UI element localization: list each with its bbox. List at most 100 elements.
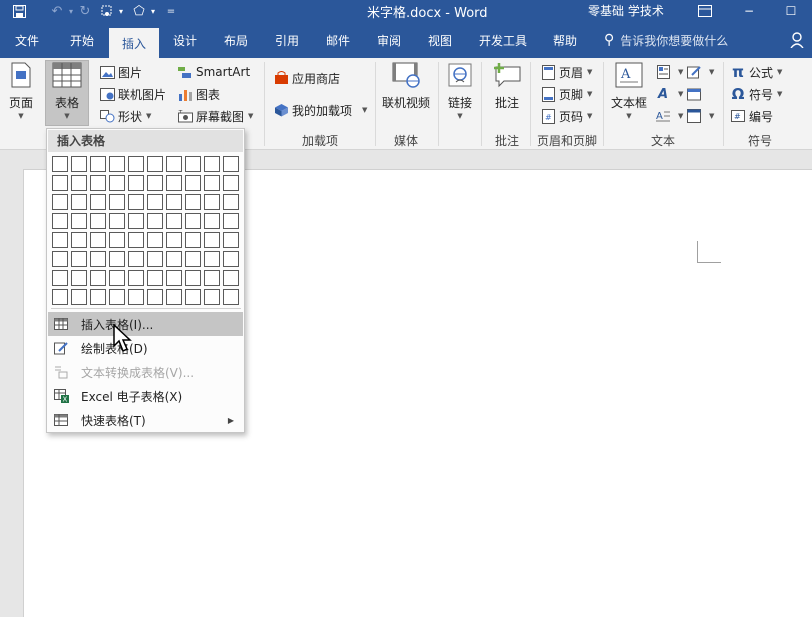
table-grid-cell[interactable] — [52, 194, 68, 210]
table-grid-cell[interactable] — [147, 213, 163, 229]
symbol-button[interactable]: Ω 符号 ▼ — [730, 84, 783, 104]
table-grid-cell[interactable] — [204, 175, 220, 191]
touch-mode-icon[interactable] — [98, 0, 116, 22]
table-grid-cell[interactable] — [185, 251, 201, 267]
tab-insert[interactable]: 插入 — [109, 28, 159, 58]
table-grid-cell[interactable] — [223, 213, 239, 229]
tab-help[interactable]: 帮助 — [543, 22, 587, 58]
menu-excel-spreadsheet[interactable]: X Excel 电子表格(X) — [48, 384, 243, 408]
table-grid-cell[interactable] — [90, 175, 106, 191]
wordart-button[interactable]: A ▼ — [655, 84, 683, 104]
table-grid-cell[interactable] — [52, 270, 68, 286]
tell-me-search[interactable]: ⚲ 告诉我你想要做什么 — [604, 22, 728, 58]
table-grid-cell[interactable] — [109, 289, 125, 305]
table-grid-cell[interactable] — [166, 213, 182, 229]
user-icon[interactable] — [790, 32, 804, 52]
page-number-button[interactable]: # 页码 ▼ — [540, 106, 592, 126]
tab-view[interactable]: 视图 — [418, 22, 462, 58]
minimize-button[interactable]: − — [734, 0, 764, 22]
tab-file[interactable]: 文件 — [6, 22, 48, 58]
table-grid-cell[interactable] — [185, 289, 201, 305]
table-grid-cell[interactable] — [109, 175, 125, 191]
tab-references[interactable]: 引用 — [265, 22, 309, 58]
table-grid-cell[interactable] — [147, 175, 163, 191]
comment-button[interactable]: 批注 — [490, 60, 524, 111]
table-grid-cell[interactable] — [128, 156, 144, 172]
equation-button[interactable]: π 公式 ▼ — [730, 62, 782, 82]
table-grid-cell[interactable] — [71, 232, 87, 248]
table-grid-cell[interactable] — [90, 194, 106, 210]
table-grid-cell[interactable] — [109, 251, 125, 267]
shapes-button[interactable]: 形状 ▼ — [99, 106, 151, 126]
table-grid-cell[interactable] — [147, 289, 163, 305]
table-grid-cell[interactable] — [166, 194, 182, 210]
table-grid-cell[interactable] — [147, 194, 163, 210]
table-button[interactable]: 表格 ▼ — [47, 60, 87, 120]
table-grid-cell[interactable] — [204, 251, 220, 267]
screenshot-button[interactable]: + 屏幕截图 ▼ — [177, 106, 253, 126]
signature-line-button[interactable]: ▼ — [686, 62, 714, 82]
redo-icon[interactable]: ↻ — [76, 0, 94, 22]
table-grid-cell[interactable] — [71, 289, 87, 305]
table-grid-cell[interactable] — [223, 232, 239, 248]
table-grid-cell[interactable] — [185, 194, 201, 210]
undo-icon[interactable]: ↶ — [48, 0, 66, 22]
table-grid-cell[interactable] — [223, 270, 239, 286]
table-grid-cell[interactable] — [147, 270, 163, 286]
table-grid-cell[interactable] — [71, 175, 87, 191]
table-grid-cell[interactable] — [90, 232, 106, 248]
save-icon[interactable] — [10, 0, 28, 22]
table-grid-cell[interactable] — [71, 270, 87, 286]
table-grid-cell[interactable] — [204, 232, 220, 248]
pages-button[interactable]: 页面 ▼ — [6, 60, 36, 120]
table-grid-cell[interactable] — [166, 175, 182, 191]
tab-review[interactable]: 审阅 — [367, 22, 411, 58]
tab-design[interactable]: 设计 — [163, 22, 207, 58]
quick-parts-button[interactable]: ▼ — [655, 62, 683, 82]
chart-button[interactable]: 图表 — [177, 84, 220, 104]
table-grid-cell[interactable] — [90, 251, 106, 267]
textbox-button[interactable]: A 文本框 ▼ — [609, 60, 649, 120]
table-grid-cell[interactable] — [147, 251, 163, 267]
header-button[interactable]: 页眉 ▼ — [540, 62, 592, 82]
table-grid-cell[interactable] — [166, 289, 182, 305]
table-grid-cell[interactable] — [128, 175, 144, 191]
table-grid-cell[interactable] — [52, 175, 68, 191]
account-name[interactable]: 零基础 学技术 — [588, 2, 664, 19]
app-store-button[interactable]: 应用商店 — [273, 68, 340, 88]
table-grid-cell[interactable] — [52, 213, 68, 229]
my-addins-button[interactable]: 我的加载项 ▼ — [273, 100, 367, 120]
tab-layout[interactable]: 布局 — [214, 22, 258, 58]
table-grid-cell[interactable] — [204, 213, 220, 229]
table-grid-cell[interactable] — [204, 270, 220, 286]
menu-insert-table[interactable]: 插入表格(I)... — [48, 312, 243, 336]
table-grid-cell[interactable] — [185, 232, 201, 248]
table-grid-cell[interactable] — [52, 156, 68, 172]
table-grid-cell[interactable] — [128, 289, 144, 305]
table-grid-cell[interactable] — [52, 251, 68, 267]
table-grid-cell[interactable] — [71, 156, 87, 172]
table-grid-cell[interactable] — [109, 232, 125, 248]
online-video-button[interactable]: 联机视频 — [380, 60, 432, 111]
table-grid-cell[interactable] — [109, 270, 125, 286]
table-grid-cell[interactable] — [185, 156, 201, 172]
table-grid-cell[interactable] — [147, 156, 163, 172]
table-grid-cell[interactable] — [166, 156, 182, 172]
link-button[interactable]: 链接 ▼ — [444, 60, 476, 120]
table-grid-cell[interactable] — [128, 270, 144, 286]
table-grid-cell[interactable] — [128, 213, 144, 229]
table-grid-cell[interactable] — [90, 156, 106, 172]
numbering-button[interactable]: # 编号 — [730, 106, 773, 126]
table-grid-cell[interactable] — [223, 289, 239, 305]
date-time-button[interactable] — [686, 84, 705, 104]
maximize-button[interactable]: ☐ — [776, 0, 806, 22]
table-grid-cell[interactable] — [223, 156, 239, 172]
table-grid-cell[interactable] — [52, 232, 68, 248]
touch-dropdown-icon[interactable]: ▾ — [116, 0, 126, 22]
table-grid-cell[interactable] — [185, 213, 201, 229]
table-grid-cell[interactable] — [223, 251, 239, 267]
drop-cap-button[interactable]: A ▼ — [655, 106, 683, 126]
table-grid-cell[interactable] — [204, 289, 220, 305]
picture-button[interactable]: 图片 — [99, 62, 142, 82]
table-grid-cell[interactable] — [109, 156, 125, 172]
